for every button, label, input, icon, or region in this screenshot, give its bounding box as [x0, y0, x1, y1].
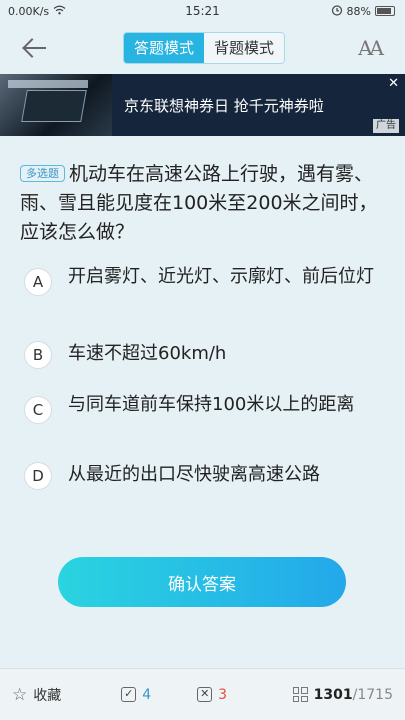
ad-text: 京东联想神券日 抢千元神券啦 [124, 96, 324, 115]
battery-icon [375, 6, 395, 16]
ad-banner[interactable]: 京东联想神券日 抢千元神券啦 ✕ 广告 [0, 74, 405, 136]
option-letter: B [24, 341, 52, 369]
x-box-icon: ✕ [197, 687, 213, 702]
option-text: 开启雾灯、近光灯、示廓灯、前后位灯 [68, 266, 374, 287]
option-text: 车速不超过60km/h [68, 343, 227, 364]
ad-tag: 广告 [373, 119, 399, 133]
progress-current: 1301 [313, 686, 353, 703]
grid-icon [292, 687, 308, 702]
option-c[interactable]: C 与同车道前车保持100米以上的距离 [24, 394, 384, 424]
option-b[interactable]: B 车速不超过60km/h [24, 339, 384, 369]
option-letter: D [24, 462, 52, 490]
top-bar: 答题模式 背题模式 AA [0, 22, 405, 74]
favorite-button[interactable]: ☆ 收藏 [12, 685, 61, 705]
bottom-bar: ☆ 收藏 ✓ 4 ✕ 3 1301/1715 [0, 668, 405, 720]
question-type-tag: 多选题 [20, 165, 65, 182]
mode-switch: 答题模式 背题模式 [123, 32, 286, 64]
option-text: 从最近的出口尽快驶离高速公路 [68, 464, 320, 485]
ad-image [0, 74, 112, 136]
wrong-count-box: ✕ 3 [197, 687, 227, 703]
option-letter: C [24, 396, 52, 424]
option-letter: A [24, 268, 52, 296]
close-icon[interactable]: ✕ [388, 76, 399, 91]
status-time: 15:21 [185, 4, 220, 18]
question-text: 机动车在高速公路上行驶，遇有雾、雨、雪且能见度在100米至200米之间时，应该怎… [20, 163, 378, 243]
star-icon: ☆ [12, 684, 28, 705]
correct-count: 4 [142, 686, 152, 703]
question-text-block: 多选题 机动车在高速公路上行驶，遇有雾、雨、雪且能见度在100米至200米之间时，… [20, 160, 385, 247]
option-d[interactable]: D 从最近的出口尽快驶离高速公路 [24, 460, 384, 490]
option-text: 与同车道前车保持100米以上的距离 [68, 394, 355, 415]
correct-count-box: ✓ 4 [121, 687, 151, 703]
memorize-mode-tab[interactable]: 背题模式 [204, 33, 285, 63]
progress-total: /1715 [352, 686, 393, 703]
back-arrow-icon[interactable] [20, 33, 50, 63]
wrong-count: 3 [218, 686, 228, 703]
option-a[interactable]: A 开启雾灯、近光灯、示廓灯、前后位灯 [24, 266, 384, 296]
answer-mode-tab[interactable]: 答题模式 [124, 33, 205, 63]
status-bar: 0.00K/s 15:21 88% [0, 0, 405, 22]
check-box-icon: ✓ [121, 687, 137, 702]
favorite-label: 收藏 [33, 687, 62, 704]
question-progress-button[interactable]: 1301/1715 [292, 686, 393, 703]
confirm-answer-button[interactable]: 确认答案 [58, 557, 346, 607]
font-size-icon[interactable]: AA [358, 36, 391, 60]
